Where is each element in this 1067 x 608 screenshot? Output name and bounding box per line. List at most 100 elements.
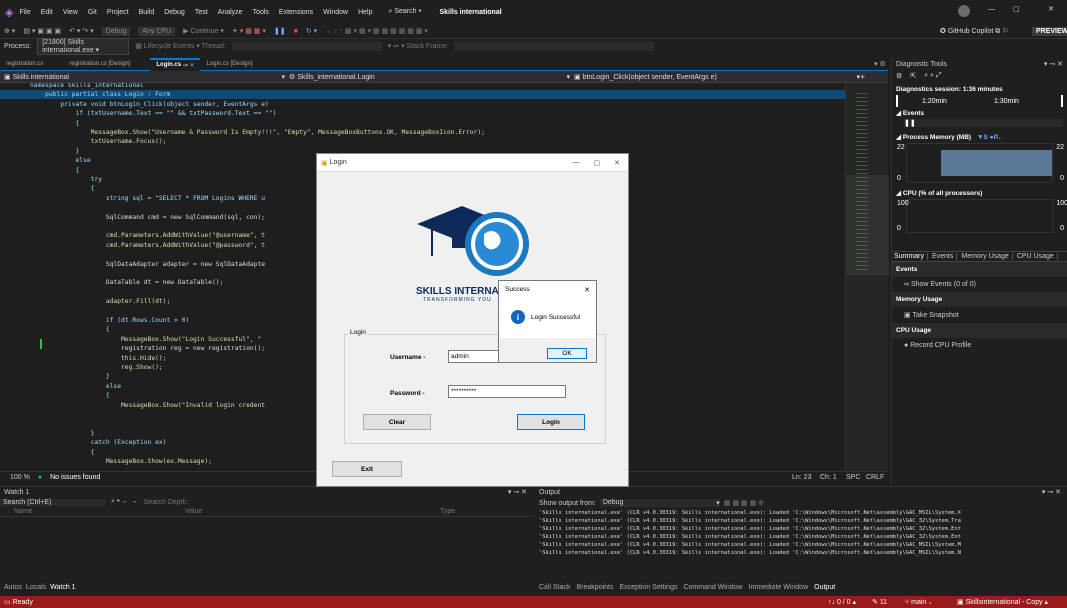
code-line[interactable]: private void btnLogin_Click(object sende… — [30, 101, 269, 109]
lifecycle-dropdown[interactable]: ▦ Lifecycle Events ▾ Thread: — [135, 42, 226, 50]
code-line[interactable]: try — [30, 176, 102, 184]
menu-build[interactable]: Build — [139, 9, 155, 16]
menu-test[interactable]: Test — [195, 9, 208, 16]
close-tab-icon[interactable]: ✕ — [189, 62, 194, 69]
menu-window[interactable]: Window — [323, 9, 348, 16]
code-line[interactable]: catch (Exception ex) — [30, 439, 167, 447]
diag-tab-summary[interactable]: Summary — [894, 253, 928, 260]
member-dropdown[interactable]: ▣ btnLogin_Click(object sender, EventArg… — [570, 73, 860, 81]
code-line[interactable]: public partial class Login : Form — [30, 91, 170, 99]
pin-icon[interactable]: ⊸ — [183, 62, 188, 69]
code-line[interactable]: if (txtUsername.Text == "" && txtPasswor… — [30, 110, 276, 118]
minimap[interactable] — [845, 83, 889, 471]
code-line[interactable]: { — [30, 326, 110, 334]
exit-button[interactable]: Exit — [332, 461, 402, 477]
line-ending[interactable]: CRLF — [866, 474, 884, 481]
take-snapshot-button[interactable]: ▣ Take Snapshot — [892, 307, 1067, 323]
back-icon[interactable]: ⊕ ▾ — [4, 27, 15, 35]
output-text[interactable]: 'Skills international.exe' (CLR v4.0.303… — [535, 509, 1067, 567]
new-file-icon[interactable]: ▤ ▾ ▣ ▣ ▣ — [23, 27, 61, 35]
output-tab-breakpoints[interactable]: Breakpoints — [577, 584, 614, 591]
error-counter[interactable]: ↑↓ 0 / 0 ▴ — [828, 598, 856, 606]
password-input[interactable]: ********** — [448, 385, 566, 398]
account-avatar[interactable] — [958, 5, 970, 17]
output-tool-icons[interactable]: ▦ ▦ ▦ ▦ ⊕ — [724, 499, 764, 507]
code-line[interactable]: reg.Show(); — [30, 364, 163, 372]
code-line[interactable]: { — [30, 120, 79, 128]
preview-badge[interactable]: PREVIEW — [1032, 26, 1067, 36]
code-line[interactable]: { — [30, 449, 95, 457]
tab-overflow-icon[interactable]: ▾ ⚙ — [874, 60, 886, 68]
success-close[interactable]: ✕ — [584, 286, 590, 294]
code-line[interactable]: } — [30, 373, 110, 381]
clear-button[interactable]: Clear — [363, 414, 431, 430]
code-line[interactable]: cmd.Parameters.AddWithValue("@password",… — [30, 242, 265, 250]
stop-icon[interactable]: ■ — [294, 28, 298, 35]
export-icon[interactable]: ⇱ — [910, 72, 916, 80]
output-tab-command-window[interactable]: Command Window — [683, 584, 742, 591]
tab-registration-design[interactable]: registration.cs [Design] — [63, 58, 136, 71]
repo-selector[interactable]: ▣ Skillsinternational - Copy ▴ — [957, 598, 1048, 606]
code-line[interactable]: MessageBox.Show(ex.Message); — [30, 458, 212, 466]
code-line[interactable]: else — [30, 157, 90, 165]
config-dropdown[interactable]: Debug — [101, 26, 131, 36]
menu-view[interactable]: View — [63, 9, 78, 16]
code-line[interactable]: } — [30, 148, 79, 156]
menu-debug[interactable]: Debug — [164, 9, 185, 16]
menu-edit[interactable]: Edit — [41, 9, 53, 16]
record-cpu-button[interactable]: ● Record CPU Profile — [892, 338, 1067, 353]
code-line[interactable]: MessageBox.Show("Username & Password Is … — [30, 129, 485, 137]
watch-search-input[interactable]: Search (Ctrl+E) — [0, 498, 105, 506]
search-depth[interactable]: Search Depth: — [144, 499, 189, 506]
code-line[interactable]: { — [30, 167, 79, 175]
code-line[interactable]: cmd.Parameters.AddWithValue("@username",… — [30, 232, 265, 240]
code-line[interactable]: this.Hide(); — [30, 355, 167, 363]
search-box[interactable]: ⌕ Search ▾ — [388, 8, 421, 16]
output-source-dropdown[interactable]: Debug ▾ — [599, 499, 720, 507]
show-events-link[interactable]: ∞ Show Events (0 of 0) — [892, 277, 1067, 292]
menu-git[interactable]: Git — [88, 9, 97, 16]
ok-button[interactable]: OK — [547, 348, 587, 359]
menu-tools[interactable]: Tools — [253, 9, 269, 16]
output-tab-call-stack[interactable]: Call Stack — [539, 584, 571, 591]
code-line[interactable]: } — [30, 430, 95, 438]
debug-tools-icon[interactable]: ✦ ▾ ▦ ▦ ▾ — [232, 27, 266, 35]
menu-project[interactable]: Project — [107, 9, 129, 16]
watch-close-icon[interactable]: ▾ ⊸ ✕ — [508, 488, 527, 496]
code-line[interactable]: string sql = "SELECT * FROM Logins WHERE… — [30, 195, 265, 203]
indent-mode[interactable]: SPC — [846, 474, 860, 481]
login-maximize[interactable]: ▢ — [594, 159, 601, 167]
code-line[interactable]: namespace Skills_international — [30, 83, 144, 90]
tab-registration-cs[interactable]: registration.cs — [0, 58, 49, 71]
stackframe-dropdown[interactable]: ▾ ⇌ ▾ Stack Frame: — [388, 42, 448, 50]
code-line[interactable]: registration reg = new registration(); — [30, 345, 265, 353]
zoom-icons[interactable]: ⌕ ⌕ ⤢ — [924, 72, 941, 80]
code-line[interactable]: DataTable dt = new DataTable(); — [30, 279, 224, 287]
watch-tab-watch-1[interactable]: Watch 1 — [50, 584, 75, 591]
menu-analyze[interactable]: Analyze — [218, 9, 243, 16]
diag-close-icon[interactable]: ▾ ⊸ ✕ — [1044, 60, 1063, 68]
copilot-icon[interactable]: ✪ GitHub Copilot ⧉ ⚐ — [940, 27, 1009, 36]
menu-extensions[interactable]: Extensions — [279, 9, 313, 16]
branch-selector[interactable]: ⑂ main ▴ — [905, 599, 932, 606]
output-tab-output[interactable]: Output — [814, 584, 835, 591]
code-line[interactable]: SqlCommand cmd = new SqlCommand(sql, con… — [30, 214, 265, 222]
diag-tab-memory-usage[interactable]: Memory Usage — [961, 253, 1013, 260]
tab-login-design[interactable]: Login.cs [Design] — [200, 58, 258, 71]
login-minimize[interactable]: — — [573, 159, 580, 166]
issues-text[interactable]: No issues found — [50, 474, 100, 481]
output-tab-immediate-window[interactable]: Immediate Window — [749, 584, 809, 591]
login-close[interactable]: ✕ — [614, 159, 620, 167]
code-line[interactable]: else — [30, 383, 121, 391]
pause-icon[interactable]: ❚❚ — [274, 27, 286, 35]
edit-counter[interactable]: ✎ 11 — [872, 598, 887, 606]
menu-file[interactable]: File — [19, 9, 30, 16]
code-line[interactable]: if (dt.Rows.Count > 0) — [30, 317, 189, 325]
settings-icon[interactable]: ⚙ — [896, 72, 902, 80]
maximize-button[interactable]: ▢ — [1013, 5, 1020, 13]
add-icon[interactable]: + — [860, 72, 865, 82]
code-line[interactable]: { — [30, 392, 110, 400]
code-line[interactable]: adapter.Fill(dt); — [30, 298, 170, 306]
cursor-line[interactable]: Ln: 23 — [792, 474, 811, 481]
menu-help[interactable]: Help — [358, 9, 372, 16]
